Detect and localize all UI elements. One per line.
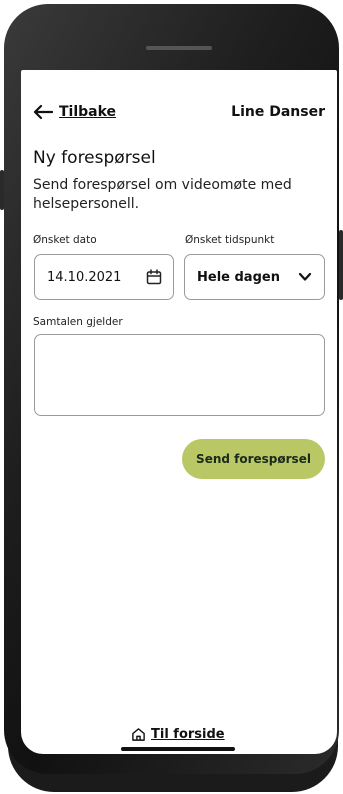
date-input[interactable]: 14.10.2021 bbox=[34, 254, 174, 300]
phone-speaker bbox=[146, 46, 212, 50]
arrow-left-icon bbox=[33, 104, 53, 120]
calendar-icon[interactable] bbox=[146, 269, 162, 285]
back-link-label: Tilbake bbox=[59, 104, 117, 120]
chevron-down-icon bbox=[298, 272, 312, 281]
time-select-value: Hele dagen bbox=[197, 269, 280, 285]
user-name: Line Danser bbox=[231, 104, 325, 120]
topic-label: Samtalen gjelder bbox=[33, 316, 123, 328]
home-icon bbox=[132, 728, 145, 741]
page-title: Ny forespørsel bbox=[33, 148, 156, 168]
time-select[interactable]: Hele dagen bbox=[184, 254, 325, 300]
home-link-label: Til forside bbox=[151, 727, 225, 742]
send-request-button[interactable]: Send forespørsel bbox=[182, 439, 325, 479]
back-link[interactable]: Tilbake bbox=[33, 104, 116, 120]
time-label: Ønsket tidspunkt bbox=[185, 234, 275, 246]
home-indicator-bar bbox=[121, 747, 235, 751]
topic-textarea[interactable] bbox=[34, 334, 325, 416]
date-label: Ønsket dato bbox=[33, 234, 97, 246]
app-screen: Tilbake Line Danser Ny forespørsel Send … bbox=[21, 70, 337, 754]
date-input-value: 14.10.2021 bbox=[47, 269, 122, 285]
app-header: Tilbake Line Danser bbox=[33, 100, 325, 124]
page-description: Send forespørsel om videomøte med helsep… bbox=[33, 177, 292, 212]
phone-power-button bbox=[339, 230, 343, 300]
home-link[interactable]: Til forside bbox=[131, 727, 225, 742]
